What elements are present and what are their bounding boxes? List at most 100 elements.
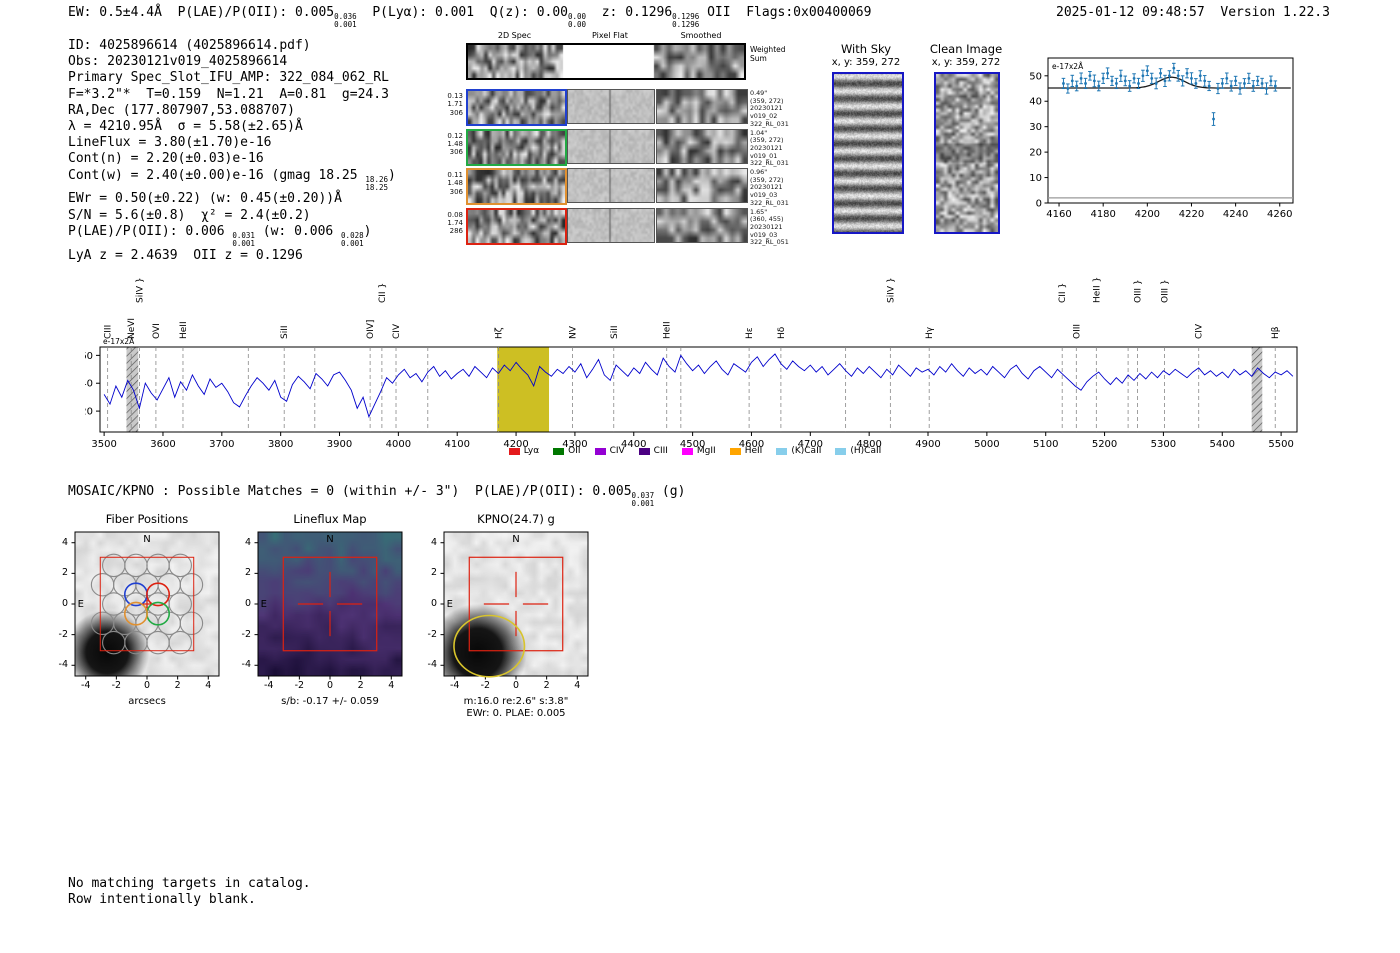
- cutout-y-tick: 0: [61, 598, 68, 609]
- text-segment: RA,Dec (177.807907,53.088707): [68, 102, 295, 118]
- svg-text:5400: 5400: [1210, 439, 1235, 450]
- text-segment: F=*3.2"* T=0.159 N=1.21 A=0.81 g=24.3: [68, 86, 389, 102]
- spec2d-row-left-labels: 0.13 1.71 306: [447, 92, 463, 117]
- legend-label: (K)CaII: [791, 446, 822, 456]
- spec2d-row-meta: 0.96" (359, 272) 20230121 v019_03 322_RL_031: [750, 168, 789, 207]
- svg-text:3500: 3500: [91, 439, 116, 450]
- full-spectrum-plot: 3500 3600 3700 3800 3900 4000 4100 4200 4300 4400…: [85, 277, 1298, 450]
- spec2d-strip: [466, 168, 567, 205]
- info-line: LineFlux = 3.80(±1.70)e-16: [68, 135, 396, 151]
- spec2d-row-left-labels: 0.12 1.48 306: [447, 131, 463, 157]
- spec2d-strip: [466, 207, 567, 245]
- uncertainty-stack: 0.037 0.001: [632, 492, 655, 508]
- cutout-y-tick: -2: [427, 628, 437, 640]
- svg-text:OIV]: OIV]: [366, 320, 376, 339]
- cutout-y-tick: -4: [241, 659, 251, 671]
- cutout-x-tick: 2: [357, 680, 364, 691]
- svg-text:4260: 4260: [1267, 209, 1292, 220]
- text-segment: P(LAE)/P(OII): 0.006: [68, 223, 233, 239]
- detection-band: [497, 347, 550, 432]
- text-segment: EWr = 0.50(±0.22) (w: 0.45(±0.20))Å: [68, 191, 342, 207]
- text-segment: MOSAIC/KPNO : Possible Matches = 0 (with…: [68, 484, 632, 499]
- uncertainty-lo: 0.1296: [672, 19, 700, 29]
- meta-separator: [1205, 5, 1221, 20]
- svg-text:Hβ: Hβ: [1271, 326, 1281, 339]
- legend-item: (K)CaII: [776, 446, 821, 456]
- svg-text:3600: 3600: [150, 439, 175, 450]
- text-segment: EW: 0.5±4.4Å P(LAE)/P(OII): 0.005: [68, 5, 335, 20]
- cutout-x-tick: 0: [326, 680, 334, 691]
- info-line: Primary Spec_Slot_IFU_AMP: 322_084_062_R…: [68, 70, 396, 86]
- svg-text:Hζ: Hζ: [494, 327, 504, 339]
- version: Version 1.22.3: [1220, 5, 1330, 20]
- uncertainty-lo: 0.001: [232, 238, 255, 248]
- cutout-x-tick: 4: [574, 680, 581, 691]
- text-segment: ID: 4025896614 (4025896614.pdf): [68, 38, 311, 53]
- cutout-y-tick: -4: [427, 659, 437, 671]
- legend-swatch: [508, 447, 520, 455]
- uncertainty-lo: 0.001: [341, 238, 364, 248]
- legend-label: (H)CaII: [850, 446, 882, 456]
- text-segment: λ = 4210.95Å σ = 5.58(±2.65)Å: [68, 119, 303, 135]
- clean-image: [936, 74, 998, 232]
- clean-coords: x, y: 359, 272: [931, 57, 1001, 68]
- legend-swatch: [594, 447, 606, 455]
- info-line: Cont(w) = 2.40(±0.00)e-16 (gmag 18.25 18…: [68, 168, 396, 192]
- spec2d-row-meta: 0.49" (359, 272) 20230121 v019_02 322_RL_031: [750, 89, 789, 128]
- legend-label: Lyα: [523, 446, 540, 456]
- svg-text:5500: 5500: [1268, 439, 1293, 450]
- pixelflat-strip: [567, 207, 655, 243]
- uncertainty-lo: 18.25: [365, 182, 388, 192]
- pixelflat-strip: [567, 128, 655, 164]
- smoothed-strip: [656, 207, 748, 243]
- legend-swatch: [638, 447, 650, 455]
- cutout-y-tick: 0: [430, 598, 437, 609]
- text-segment: LyA z = 2.4639 OII z = 0.1296: [68, 247, 303, 263]
- compass-north: N: [143, 534, 150, 545]
- spec2d-row-meta: 1.04" (359, 272) 20230121 v019_01 322_RL_031: [750, 128, 789, 168]
- svg-text:e-17x2Å: e-17x2Å: [1052, 62, 1084, 71]
- text-segment: (g): [654, 484, 686, 499]
- zoom-plot: 4160 4180 4200 4220 4240 4260 0 10 20 30 40 50 e-17x…: [1029, 57, 1294, 220]
- weighted-sum-label: Weighted Sum: [750, 45, 786, 63]
- cutout-y-tick: 2: [430, 567, 437, 579]
- footer-note-1: No matching targets in catalog.: [68, 876, 311, 891]
- cutout-xlabel-lineflux: s/b: -0.17 +/- 0.059: [281, 696, 379, 707]
- svg-text:3800: 3800: [268, 439, 293, 450]
- kpno-cutout-overlay: NE: [440, 531, 589, 680]
- svg-text:5100: 5100: [1033, 439, 1058, 450]
- target-box: [282, 556, 378, 652]
- cutout-x-tick: -4: [263, 680, 274, 691]
- text-segment: (w: 0.006: [254, 223, 342, 239]
- text-segment: Cont(w) = 2.40(±0.00)e-16 (gmag 18.25: [68, 167, 366, 183]
- svg-text:0: 0: [1036, 199, 1042, 210]
- cutout-x-tick: -4: [449, 680, 460, 691]
- smoothed-strip: [656, 89, 748, 124]
- svg-text:CII }: CII }: [1058, 283, 1068, 303]
- uncertainty-lo: 0.001: [631, 498, 655, 508]
- svg-text:OIII }: OIII }: [1134, 279, 1144, 303]
- clean-image-frame: [934, 72, 1000, 234]
- legend-swatch: [681, 447, 693, 455]
- svg-text:60: 60: [85, 351, 93, 362]
- cutout-y-tick: -2: [241, 628, 251, 640]
- info-line: LyA z = 2.4639 OII z = 0.1296: [68, 248, 396, 264]
- cutout-y-tick: 4: [430, 536, 437, 548]
- cutout-y-tick: 4: [244, 536, 251, 548]
- col-header-2dspec: 2D Spec: [497, 31, 532, 40]
- svg-text:HeII: HeII: [179, 321, 189, 339]
- uncertainty-stack: 0.036 0.001: [334, 13, 357, 29]
- svg-text:HeII: HeII: [663, 321, 673, 339]
- cutout-x-tick: -2: [480, 680, 491, 691]
- cutout-y-tick: 4: [61, 536, 68, 548]
- legend-swatch: [776, 447, 788, 455]
- legend-item: MgII: [681, 446, 716, 456]
- cutout-x-tick: 4: [205, 680, 212, 691]
- spec2d-strip: [466, 89, 567, 126]
- legend-label: MgII: [696, 446, 716, 456]
- svg-text:CIII: CIII: [104, 325, 114, 339]
- text-segment: Primary Spec_Slot_IFU_AMP: 322_084_062_R…: [68, 70, 389, 86]
- svg-text:40: 40: [1029, 97, 1042, 108]
- legend-swatch: [729, 447, 741, 455]
- footer-note-2: Row intentionally blank.: [68, 892, 256, 907]
